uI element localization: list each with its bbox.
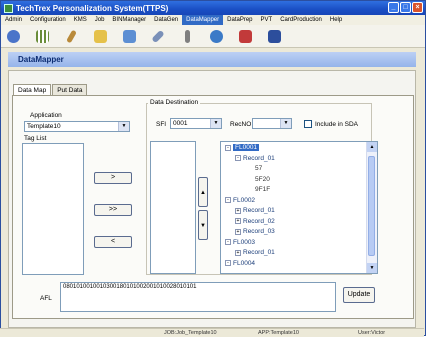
destination-tree[interactable]: ▲ ▼ - FL0001- Record_01 57 5F20 9F1F - FL0002 + R… [220, 141, 378, 274]
tree-node-label: FL0003 [233, 238, 256, 246]
menu-dataprep[interactable]: DataPrep [223, 15, 256, 25]
scroll-down-icon[interactable]: ▼ [367, 263, 377, 273]
tools-icon[interactable] [59, 27, 83, 45]
menu-job[interactable]: Job [91, 15, 109, 25]
collapse-icon[interactable]: - [225, 144, 231, 151]
sfi-value: 0001 [173, 120, 188, 127]
status-job: JOB:Job_Template10 [164, 330, 217, 336]
application-label: Application [30, 112, 62, 119]
collapse-icon[interactable]: - [235, 155, 241, 161]
tree-node-label: FL0001 [233, 144, 260, 151]
clock-icon[interactable] [204, 27, 228, 45]
taglist-label: Tag List [24, 135, 47, 142]
tree-node[interactable]: 5F20 [247, 176, 270, 183]
tree-node-label: Record_01 [243, 154, 275, 162]
menu-help[interactable]: Help [326, 15, 346, 25]
menu-kms[interactable]: KMS [70, 15, 91, 25]
menu-pvt[interactable]: PVT [257, 15, 277, 25]
tree-node[interactable]: + Record_01 [235, 207, 275, 214]
sfi-label: SFI [156, 121, 167, 128]
maximize-button[interactable]: □ [400, 2, 411, 13]
user-icon[interactable] [1, 27, 25, 45]
menu-datamapper[interactable]: DataMapper [182, 15, 224, 25]
sfi-select[interactable]: 0001 ▼ [170, 118, 222, 129]
plane-icon[interactable] [146, 27, 170, 45]
status-bar: JOB:Job_Template10 APP:Template10 User:V… [0, 328, 424, 337]
tree-node-label: Record_03 [243, 228, 275, 235]
move-right-button[interactable]: > [94, 172, 132, 184]
move-all-right-button[interactable]: >> [94, 204, 132, 216]
window-title: TechTrex Personalization System(TTPS) [16, 3, 169, 13]
folder-icon[interactable] [88, 27, 112, 45]
menu-cardproduction[interactable]: CardProduction [276, 15, 326, 25]
tag-list[interactable] [22, 143, 84, 275]
status-user: User:Victor [358, 330, 386, 336]
application-value: Template10 [27, 123, 61, 130]
tree-node-label: Record_01 [243, 249, 275, 256]
tree-node[interactable]: + Record_03 [235, 228, 275, 235]
data-destination-title: Data Destination [148, 99, 201, 106]
tree-node[interactable]: + Record_01 [235, 249, 275, 256]
expand-icon[interactable]: + [235, 207, 241, 214]
expand-icon[interactable]: + [235, 228, 241, 235]
menu-configuration[interactable]: Configuration [26, 15, 70, 25]
menu-bar: Admin Configuration KMS Job BINManager D… [1, 15, 425, 25]
move-up-button[interactable]: ▲ [198, 177, 208, 207]
expand-icon[interactable]: + [235, 249, 241, 256]
recno-select[interactable]: ▼ [252, 118, 292, 129]
tree-node[interactable]: - FL0004 [225, 260, 255, 267]
tree-node-label: FL0004 [233, 259, 256, 267]
include-sda-label: Include in SDA [315, 121, 358, 128]
panel-header: DataMapper [8, 52, 416, 67]
scroll-thumb[interactable] [368, 156, 375, 256]
toolbar [1, 25, 425, 48]
expand-icon[interactable]: + [235, 218, 241, 224]
check-icon[interactable] [233, 27, 257, 45]
status-app: APP:Template10 [258, 330, 299, 336]
tree-node[interactable]: - FL0003 [225, 239, 255, 246]
include-sda-checkbox[interactable] [304, 120, 312, 128]
afl-label: AFL [40, 295, 52, 302]
tree-node-label: 9F1F [255, 186, 271, 193]
menu-datagen[interactable]: DataGen [150, 15, 182, 25]
tree-node[interactable]: - FL0001 [225, 144, 260, 151]
scroll-up-icon[interactable]: ▲ [367, 142, 377, 152]
afl-field[interactable]: 0801010010010300180101002001010028010101 [60, 282, 336, 312]
move-left-button[interactable]: < [94, 236, 132, 248]
tree-node[interactable]: - FL0002 [225, 197, 255, 204]
update-button[interactable]: Update [343, 287, 375, 303]
recno-label: RecNO [230, 121, 252, 128]
minimize-button[interactable]: _ [388, 2, 399, 13]
application-select[interactable]: Template10 ▼ [24, 121, 130, 132]
tree-node-label: Record_01 [243, 207, 275, 214]
menu-admin[interactable]: Admin [1, 15, 26, 25]
tree-node[interactable]: - Record_01 [235, 155, 275, 162]
close-button[interactable]: × [412, 2, 423, 13]
tree-scrollbar[interactable]: ▲ ▼ [366, 142, 377, 273]
title-bar: TechTrex Personalization System(TTPS) _ … [1, 1, 425, 15]
collapse-icon[interactable]: - [225, 197, 231, 203]
tree-node[interactable]: + Record_02 [235, 218, 275, 225]
tree-node-label: FL0002 [233, 196, 256, 204]
menu-binmanager[interactable]: BINManager [108, 15, 150, 25]
chevron-down-icon: ▼ [118, 122, 129, 131]
chevron-down-icon: ▼ [210, 119, 221, 128]
wrench-icon[interactable] [175, 27, 199, 45]
app-icon [4, 3, 13, 13]
collapse-icon[interactable]: - [225, 239, 231, 245]
tree-node-label: 57 [255, 165, 263, 172]
collapse-icon[interactable]: - [225, 260, 231, 266]
tree-node[interactable]: 57 [247, 165, 262, 172]
tree-node-label: 5F20 [255, 175, 270, 183]
home-icon[interactable] [117, 27, 141, 45]
book-icon[interactable] [262, 27, 286, 45]
tree-node-label: Record_02 [243, 217, 275, 225]
destination-list[interactable] [150, 141, 196, 274]
chevron-down-icon: ▼ [280, 119, 291, 128]
move-down-button[interactable]: ▼ [198, 210, 208, 240]
tree-node[interactable]: 9F1F [247, 186, 270, 193]
grid-icon[interactable] [30, 27, 54, 45]
